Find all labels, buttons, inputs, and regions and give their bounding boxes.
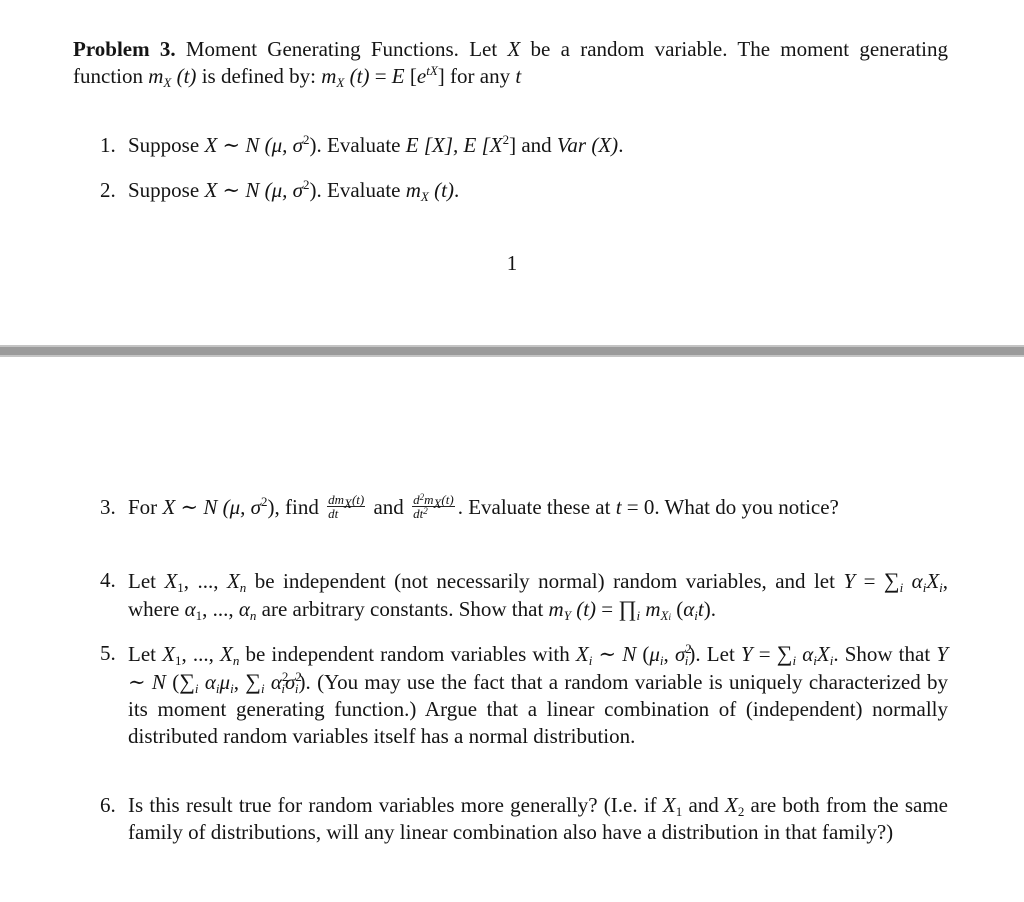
- problem-title: Problem 3.: [73, 37, 176, 61]
- first-derivative-fraction: dmX(t) dt: [327, 491, 366, 521]
- list-item: 4. Let X1, ..., Xn be independent (not n…: [100, 567, 948, 623]
- list-item: 6. Is this result true for random variab…: [100, 792, 948, 846]
- item-text: Suppose X ∼ N (μ, σ2). Evaluate mX (t).: [128, 177, 460, 204]
- summation-symbol: ∑: [776, 641, 793, 666]
- item-number: 3.: [100, 495, 116, 519]
- mgf-symbol: mX: [148, 64, 172, 90]
- item-text: Let X1, ..., Xn be independent (not nece…: [128, 568, 949, 623]
- page-number: 1: [506, 251, 518, 275]
- list-item: 1. Suppose X ∼ N (μ, σ2). Evaluate E [X]…: [100, 132, 948, 159]
- summation-symbol: ∑: [883, 568, 900, 593]
- problem-header: Problem 3. Moment Generating Functions. …: [73, 37, 948, 90]
- item-number: 6.: [100, 793, 116, 817]
- page-separator: [0, 345, 1024, 357]
- page-1: Problem 3. Moment Generating Functions. …: [0, 0, 1024, 345]
- product-symbol: ∏: [618, 596, 637, 621]
- item-number: 4.: [100, 568, 116, 592]
- second-derivative-fraction: d2mX(t) dt2: [412, 491, 455, 521]
- item-number: 1.: [100, 133, 116, 157]
- item-text: Suppose X ∼ N (μ, σ2). Evaluate E [X], E…: [128, 132, 624, 157]
- list-item: 2. Suppose X ∼ N (μ, σ2). Evaluate mX (t…: [100, 177, 948, 204]
- item-text: Let X1, ..., Xn be independent random va…: [128, 641, 949, 748]
- list-item: 3. For X ∼ N (μ, σ2), find dmX(t) dt and …: [100, 491, 948, 523]
- item-text: For X ∼ N (μ, σ2), find dmX(t) dt and d2m…: [128, 491, 839, 521]
- item-number: 2.: [100, 178, 116, 202]
- list-item: 5. Let X1, ..., Xn be independent random…: [100, 640, 948, 750]
- item-number: 5.: [100, 641, 116, 665]
- item-text: Is this result true for random variables…: [128, 793, 948, 844]
